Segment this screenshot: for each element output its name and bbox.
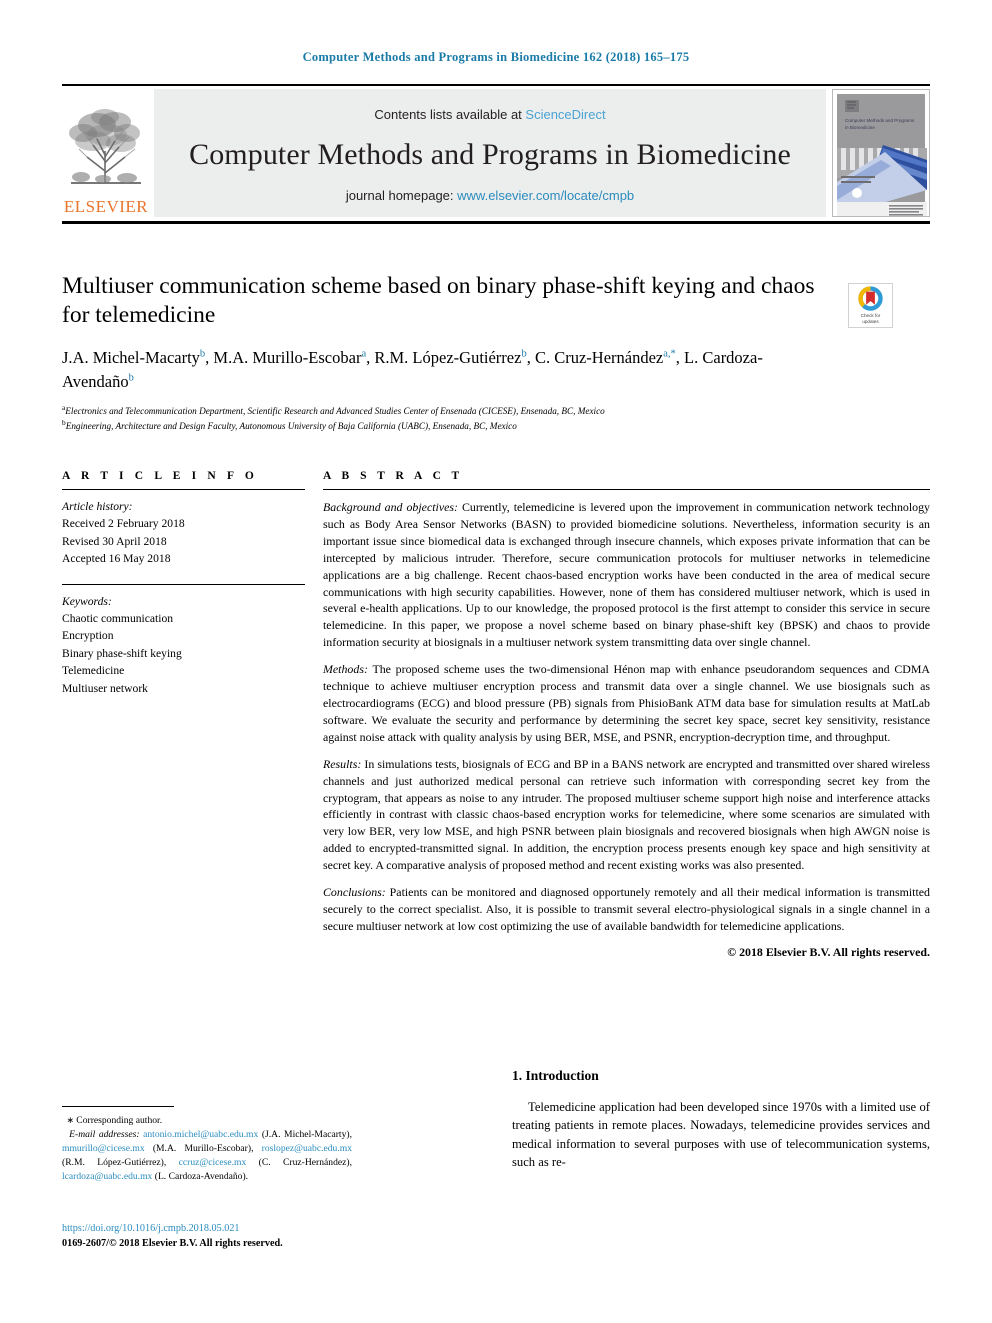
affiliation-b-text: Engineering, Architecture and Design Fac… (65, 421, 517, 432)
abstract-conclusions: Conclusions: Patients can be monitored a… (323, 884, 930, 935)
elsevier-wordmark: ELSEVIER (63, 197, 149, 216)
email-link[interactable]: roslopez@uabc.edu.mx (262, 1143, 352, 1154)
abstract-results-text: In simulations tests, biosignals of ECG … (323, 756, 930, 873)
info-abstract-columns: A R T I C L E I N F O Article history: R… (62, 470, 930, 960)
abstract-background-label: Background and objectives: (323, 500, 458, 514)
email-owner: (C. Cruz-Hernández) (258, 1156, 350, 1168)
cover-artwork (837, 145, 927, 216)
journal-banner: Contents lists available at ScienceDirec… (154, 89, 826, 217)
crossmark-line1: Check for (860, 312, 881, 318)
crossmark-badge[interactable]: Check for updates (848, 283, 893, 328)
doi-link[interactable]: https://doi.org/10.1016/j.cmpb.2018.05.0… (62, 1222, 402, 1237)
keywords-label: Keywords: (62, 594, 112, 608)
footnote-block: ∗ Corresponding author. E-mail addresses… (62, 1106, 352, 1184)
email-owner: (L. Cardoza-Avendaño) (154, 1170, 246, 1182)
abstract-heading: A B S T R A C T (323, 470, 464, 482)
abstract-methods: Methods: The proposed scheme uses the tw… (323, 661, 930, 746)
keyword-item: Binary phase-shift keying (62, 646, 182, 660)
journal-cover-thumbnail: Computer Methods and Programs in Biomedi… (832, 89, 930, 217)
asterisk-icon: ∗ (62, 1115, 77, 1125)
elsevier-logo: ELSEVIER (62, 89, 150, 217)
affiliation-list: aElectronics and Telecommunication Depar… (62, 404, 832, 434)
corresponding-author-note: ∗ Corresponding author. (62, 1114, 352, 1128)
abstract-conclusions-text: Patients can be monitored and diagnosed … (323, 885, 930, 933)
masthead-top-rule (62, 84, 930, 86)
email-owner: (R.M. López-Gutiérrez) (62, 1156, 164, 1168)
journal-homepage-link[interactable]: www.elsevier.com/locate/cmpb (457, 188, 634, 203)
doi-block: https://doi.org/10.1016/j.cmpb.2018.05.0… (62, 1222, 402, 1252)
abstract-methods-text: The proposed scheme uses the two-dimensi… (323, 662, 930, 744)
history-accepted: Accepted 16 May 2018 (62, 552, 171, 566)
affiliation-b: bEngineering, Architecture and Design Fa… (62, 418, 517, 432)
email-addresses: E-mail addresses: antonio.michel@uabc.ed… (62, 1128, 353, 1182)
page-title: Multiuser communication scheme based on … (62, 273, 815, 328)
journal-title: Computer Methods and Programs in Biomedi… (189, 138, 791, 171)
article-info-heading: A R T I C L E I N F O (62, 470, 258, 482)
article-history-label: Article history: (62, 500, 133, 513)
keyword-item: Chaotic communication (62, 611, 174, 625)
journal-article-page: Computer Methods and Programs in Biomedi… (0, 0, 992, 1323)
abstract-copyright: © 2018 Elsevier B.V. All rights reserved… (727, 944, 930, 959)
keyword-item: Telemedicine (62, 664, 125, 678)
keywords-rule (62, 583, 305, 585)
author-list: J.A. Michel-Macartyb, M.A. Murillo-Escob… (62, 348, 763, 391)
crossmark-icon (858, 286, 883, 311)
running-head: Computer Methods and Programs in Biomedi… (302, 50, 690, 64)
contents-list-line: Contents lists available at ScienceDirec… (374, 107, 605, 122)
issn-copyright: 0169-2607/© 2018 Elsevier B.V. All right… (62, 1237, 283, 1249)
email-link[interactable]: mmurillo@cicese.mx (62, 1143, 145, 1154)
contents-prefix: Contents lists available at (374, 107, 526, 122)
footnote-rule (62, 1106, 174, 1107)
homepage-prefix: journal homepage: (345, 188, 458, 203)
elsevier-tree-icon (69, 109, 141, 184)
affiliation-a-text: Electronics and Telecommunication Depart… (65, 406, 605, 417)
masthead-bottom-rule (62, 221, 930, 224)
abstract-results-label: Results: (323, 756, 362, 771)
keyword-item: Multiuser network (62, 681, 148, 695)
introduction-paragraph: Telemedicine application had been develo… (512, 1100, 930, 1169)
crossmark-label: Check for updates (861, 313, 881, 325)
email-link[interactable]: lcardoza@uabc.edu.mx (62, 1171, 152, 1182)
article-info-rule (62, 489, 305, 490)
corresponding-author-label: Corresponding author. (76, 1115, 163, 1126)
title-block: Multiuser communication scheme based on … (62, 272, 832, 434)
abstract-rule (323, 489, 930, 490)
abstract-column: A B S T R A C T Background and objective… (323, 470, 930, 960)
history-revised: Revised 30 April 2018 (62, 534, 167, 548)
email-label: E-mail addresses: (69, 1128, 140, 1140)
abstract-background: Background and objectives: Currently, te… (323, 499, 930, 651)
journal-masthead: ELSEVIER Contents lists available at Sci… (62, 84, 930, 224)
keyword-item: Encryption (62, 629, 114, 643)
history-received: Received 2 February 2018 (62, 517, 185, 531)
abstract-results: Results: In simulations tests, biosignal… (323, 756, 930, 874)
email-owner: (J.A. Michel-Macarty) (261, 1128, 350, 1140)
email-owner: (M.A. Murillo-Escobar) (152, 1142, 252, 1154)
affiliation-a: aElectronics and Telecommunication Depar… (62, 403, 605, 417)
introduction-heading: 1. Introduction (512, 1068, 599, 1083)
email-link[interactable]: ccruz@cicese.mx (179, 1157, 247, 1168)
abstract-conclusions-label: Conclusions: (323, 885, 386, 900)
article-info-column: A R T I C L E I N F O Article history: R… (62, 470, 305, 960)
email-link[interactable]: antonio.michel@uabc.edu.mx (143, 1129, 258, 1140)
crossmark-line2: updates (862, 318, 879, 324)
journal-homepage-line: journal homepage: www.elsevier.com/locat… (346, 188, 634, 203)
introduction-section: 1. Introduction Telemedicine application… (512, 1068, 930, 1171)
abstract-background-text: Currently, telemedicine is levered upon … (323, 500, 930, 650)
abstract-methods-label: Methods: (323, 662, 368, 677)
sciencedirect-link[interactable]: ScienceDirect (525, 107, 605, 122)
